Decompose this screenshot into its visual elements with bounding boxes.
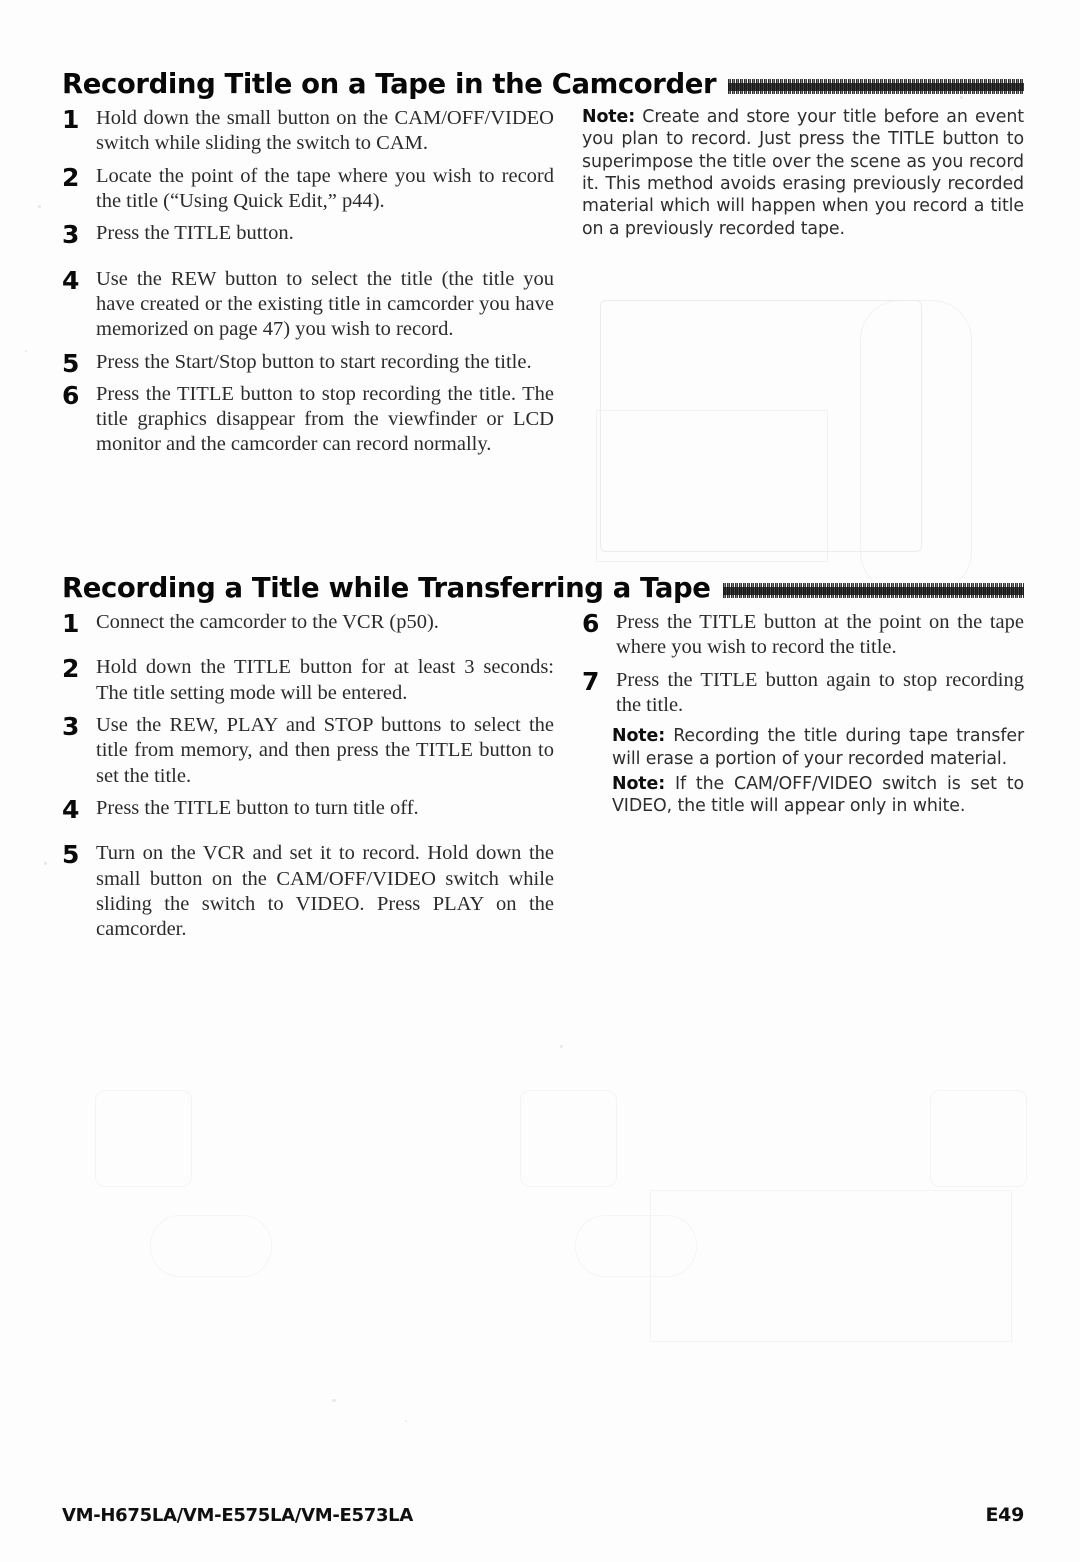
scan-speck [332,1399,336,1402]
step-item: 1 Connect the camcorder to the VCR (p50)… [62,609,554,638]
step-item: 2 Locate the point of the tape where you… [62,164,554,215]
step-item: 6 Press the TITLE button at the point on… [582,610,1024,661]
step-number: 1 [62,609,80,638]
step-text: Turn on the VCR and set it to record. Ho… [96,842,554,941]
step-text: Press the TITLE button to stop recording… [96,382,554,456]
step-number: 5 [62,840,80,870]
step-item: 2 Hold down the TITLE button for at leas… [62,655,554,706]
section-2-title: Recording a Title while Transferring a T… [62,572,711,604]
ghost-illustration-bottom-camcorder-c [930,1090,1027,1187]
step-text: Use the REW button to select the title (… [96,267,554,341]
heading-rule [728,79,1024,94]
ghost-illustration-bottom-camcorder-b [520,1090,617,1187]
step-item: 7 Press the TITLE button again to stop r… [582,668,1024,719]
step-item: 4 Use the REW button to select the title… [62,267,554,343]
step-number: 4 [62,794,80,824]
step-number: 3 [62,711,80,741]
section-1-steps: 1 Hold down the small button on the CAM/… [62,106,554,458]
step-item: 4 Press the TITLE button to turn title o… [62,794,554,824]
note-text: If the CAM/OFF/VIDEO switch is set to VI… [612,773,1024,817]
scan-speck [25,350,27,352]
note-text: Recording the title during tape transfer… [612,726,1024,769]
ghost-illustration-bottom-right-box [650,1190,1012,1342]
note-label: Note: [612,726,666,747]
step-item: 1 Hold down the small button on the CAM/… [62,106,554,157]
section-2-columns: 1 Connect the camcorder to the VCR (p50)… [62,610,1024,949]
step-number: 6 [582,609,600,638]
step-text: Hold down the TITLE button for at least … [96,656,554,704]
scan-speck [38,205,41,208]
section-1-heading-row: Recording Title on a Tape in the Camcord… [62,68,1024,100]
step-number: 5 [62,348,80,378]
section-1-columns: 1 Hold down the small button on the CAM/… [62,106,1024,465]
step-text: Press the TITLE button to turn title off… [96,796,419,819]
scan-speck [560,1045,563,1048]
step-text: Press the TITLE button. [96,222,294,245]
step-item: 5 Press the Start/Stop button to start r… [62,348,554,378]
note-label: Note: [612,773,666,794]
note-text: Create and store your title before an ev… [582,107,1024,239]
step-item: 3 Press the TITLE button. [62,220,554,250]
step-text: Press the TITLE button at the point on t… [616,611,1024,659]
note-block: Note: Recording the title during tape tr… [612,725,1024,770]
section-2-steps-right: 6 Press the TITLE button at the point on… [582,610,1024,718]
step-number: 2 [62,162,80,192]
ghost-illustration-bottom-vcr-2 [575,1215,697,1277]
footer-page-number: E49 [985,1504,1024,1526]
step-number: 1 [62,105,80,134]
scan-speck [44,862,47,865]
note-label: Note: [582,107,636,127]
ghost-illustration-bottom-camcorder-a [95,1090,192,1187]
step-item: 3 Use the REW, PLAY and STOP buttons to … [62,713,554,789]
step-item: 6 Press the TITLE button to stop recordi… [62,382,554,458]
page-footer: VM-H675LA/VM-E575LA/VM-E573LA E49 [62,1504,1024,1526]
section-1-right-column: Note: Create and store your title before… [582,106,1024,465]
section-2-right-column: 6 Press the TITLE button at the point on… [582,610,1024,949]
step-number: 3 [62,220,80,250]
note-block: Note: If the CAM/OFF/VIDEO switch is set… [612,773,1024,818]
step-text: Press the TITLE button again to stop rec… [616,668,1024,716]
section-1-left-column: 1 Hold down the small button on the CAM/… [62,106,554,465]
step-number: 4 [62,265,80,295]
step-text: Hold down the small button on the CAM/OF… [96,107,554,155]
note-block: Note: Create and store your title before… [582,106,1024,240]
footer-model-numbers: VM-H675LA/VM-E575LA/VM-E573LA [62,1505,413,1526]
step-text: Use the REW, PLAY and STOP buttons to se… [96,713,554,787]
step-text: Connect the camcorder to the VCR (p50). [96,611,439,633]
step-text: Locate the point of the tape where you w… [96,164,554,212]
manual-page: Recording Title on a Tape in the Camcord… [0,0,1080,1562]
step-text: Press the Start/Stop button to start rec… [96,350,532,373]
step-item: 5 Turn on the VCR and set it to record. … [62,841,554,942]
section-recording-title-while-transferring: Recording a Title while Transferring a T… [62,572,1024,949]
section-2-left-column: 1 Connect the camcorder to the VCR (p50)… [62,610,554,949]
section-recording-title-in-camcorder: Recording Title on a Tape in the Camcord… [62,68,1024,465]
section-2-steps-left: 1 Connect the camcorder to the VCR (p50)… [62,610,554,942]
step-number: 2 [62,654,80,684]
section-1-title: Recording Title on a Tape in the Camcord… [62,68,717,100]
section-2-heading-row: Recording a Title while Transferring a T… [62,572,1024,604]
step-number: 7 [582,666,600,696]
step-number: 6 [62,380,80,410]
heading-rule [722,583,1024,598]
scan-speck [405,1420,407,1422]
ghost-illustration-bottom-vcr [150,1215,272,1277]
